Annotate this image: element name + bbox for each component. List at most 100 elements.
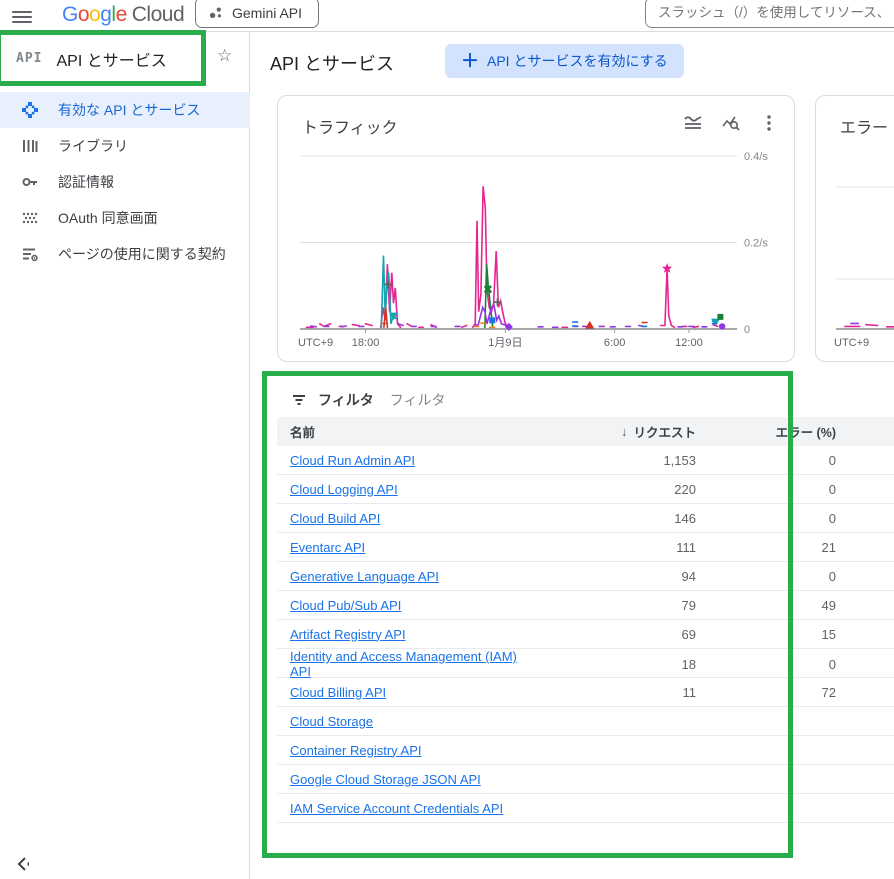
filter-input[interactable]: フィルタ [390, 390, 446, 410]
enable-apis-button-label: API とサービスを有効にする [487, 51, 668, 71]
api-link[interactable]: Eventarc API [290, 540, 365, 555]
error-percent-value [696, 707, 836, 735]
enabled-apis-icon [20, 100, 40, 120]
sidebar-item-page-usage-agreements[interactable]: ページの使用に関する契約 [0, 236, 250, 272]
sidebar-item-label: 認証情報 [58, 172, 114, 192]
sidebar-item-credentials[interactable]: 認証情報 [0, 164, 250, 200]
api-link[interactable]: IAM Service Account Credentials API [290, 801, 503, 816]
menu-hamburger-icon[interactable] [12, 8, 32, 24]
collapse-sidebar-icon[interactable] [14, 855, 32, 873]
sidebar-item-enabled-apis[interactable]: 有効な API とサービス [0, 92, 250, 128]
api-link[interactable]: Cloud Billing API [290, 685, 386, 700]
project-icon [208, 5, 224, 21]
project-selector-button[interactable]: Gemini API [195, 0, 319, 28]
error-percent-value: 0 [696, 504, 836, 532]
sidebar-item-library[interactable]: ライブラリ [0, 128, 250, 164]
sidebar: API API とサービス ☆ 有効な API とサービス [0, 32, 250, 879]
table-row: Cloud Storage [277, 707, 894, 736]
cloud-logo-text: Cloud [132, 3, 184, 26]
sidebar-item-label: ページの使用に関する契約 [58, 244, 226, 264]
google-logo-letters: Google [62, 3, 127, 26]
table-row: Cloud Build API1460 [277, 504, 894, 533]
error-percent-value [696, 794, 836, 822]
api-link[interactable]: Generative Language API [290, 569, 439, 584]
search-input[interactable] [646, 0, 894, 27]
requests-value: 220 [528, 475, 696, 503]
error-percent-value: 0 [696, 475, 836, 503]
error-percent-value: 0 [696, 562, 836, 590]
error-percent-value: 72 [696, 678, 836, 706]
api-link[interactable]: Cloud Logging API [290, 482, 398, 497]
table-header: 名前 ↓ リクエスト エラー (%) [277, 417, 894, 446]
requests-value [528, 707, 696, 735]
sidebar-title: API とサービス [56, 47, 166, 71]
error-card-title: エラー [840, 114, 888, 138]
error-percent-value [696, 736, 836, 764]
sidebar-header: API API とサービス ☆ [0, 32, 250, 85]
column-header-error-percent[interactable]: エラー (%) [696, 417, 836, 446]
requests-value [528, 794, 696, 822]
svg-text:1月9日: 1月9日 [488, 337, 522, 349]
requests-value [528, 736, 696, 764]
sort-descending-icon: ↓ [621, 424, 628, 439]
api-link[interactable]: Cloud Pub/Sub API [290, 598, 401, 613]
requests-value: 111 [528, 533, 696, 561]
error-percent-value: 49 [696, 591, 836, 619]
filter-label: フィルタ [318, 390, 374, 410]
api-link[interactable]: Google Cloud Storage JSON API [290, 772, 481, 787]
svg-text:0: 0 [744, 324, 750, 336]
traffic-chart: 0.4/s0.2/s018:001月9日6:0012:00UTC+9 [294, 142, 780, 354]
error-card: エラー UTC+9 [815, 95, 894, 362]
top-bar: GoogleCloud Gemini API [0, 0, 894, 32]
requests-value: 18 [528, 649, 696, 679]
table-row: Container Registry API [277, 736, 894, 765]
svg-text:0.4/s: 0.4/s [744, 151, 768, 163]
column-header-name[interactable]: 名前 [277, 417, 528, 446]
requests-value: 11 [528, 678, 696, 706]
smoothing-toggle-icon[interactable] [682, 112, 704, 134]
table-row: Artifact Registry API6915 [277, 620, 894, 649]
favorite-star-icon[interactable]: ☆ [217, 46, 232, 66]
plus-icon: ＋ [461, 52, 479, 70]
requests-value: 94 [528, 562, 696, 590]
svg-text:18:00: 18:00 [352, 337, 380, 349]
column-header-requests[interactable]: ↓ リクエスト [528, 417, 696, 446]
traffic-card: トラフィック 0.4/s0.2/s018:001月9日6:0012:00UTC+… [277, 95, 795, 362]
api-link[interactable]: Container Registry API [290, 743, 422, 758]
key-icon [20, 172, 40, 192]
kebab-menu-icon[interactable] [758, 112, 780, 134]
api-product-icon: API [16, 51, 42, 66]
google-cloud-logo: GoogleCloud [62, 3, 184, 27]
sidebar-item-label: 有効な API とサービス [58, 100, 200, 120]
api-link[interactable]: Cloud Storage [290, 714, 373, 729]
oauth-consent-icon [20, 208, 40, 228]
error-percent-value: 0 [696, 446, 836, 474]
api-link[interactable]: Cloud Run Admin API [290, 453, 415, 468]
agreements-gear-icon [20, 244, 40, 264]
table-row: Cloud Pub/Sub API 7949 [277, 591, 894, 620]
library-icon [20, 136, 40, 156]
table-row: Identity and Access Management (IAM) API… [277, 649, 894, 678]
api-link[interactable]: Identity and Access Management (IAM) API [290, 649, 528, 679]
enable-apis-button[interactable]: ＋ API とサービスを有効にする [445, 44, 684, 78]
api-link[interactable]: Cloud Build API [290, 511, 380, 526]
table-row: Generative Language API 940 [277, 562, 894, 591]
svg-text:6:00: 6:00 [604, 337, 625, 349]
table-row: Cloud Run Admin API 1,1530 [277, 446, 894, 475]
api-table-body: Cloud Run Admin API1,1530Cloud Logging A… [277, 446, 894, 823]
error-percent-value: 21 [696, 533, 836, 561]
api-table-section: フィルタ フィルタ 名前 ↓ リクエスト エラー (%) Cloud Run A… [277, 383, 894, 823]
page-title: API とサービス [270, 50, 394, 76]
explore-data-icon[interactable] [720, 112, 742, 134]
table-row: Cloud Logging API 2200 [277, 475, 894, 504]
requests-value: 79 [528, 591, 696, 619]
traffic-card-title: トラフィック [302, 114, 398, 138]
sidebar-item-oauth-consent[interactable]: OAuth 同意画面 [0, 200, 250, 236]
requests-value: 1,153 [528, 446, 696, 474]
filter-icon [290, 391, 308, 409]
svg-text:UTC+9: UTC+9 [298, 337, 333, 349]
svg-text:UTC+9: UTC+9 [834, 337, 869, 349]
api-link[interactable]: Artifact Registry API [290, 627, 406, 642]
table-row: Cloud Billing API 1172 [277, 678, 894, 707]
table-row: IAM Service Account Credentials API [277, 794, 894, 823]
